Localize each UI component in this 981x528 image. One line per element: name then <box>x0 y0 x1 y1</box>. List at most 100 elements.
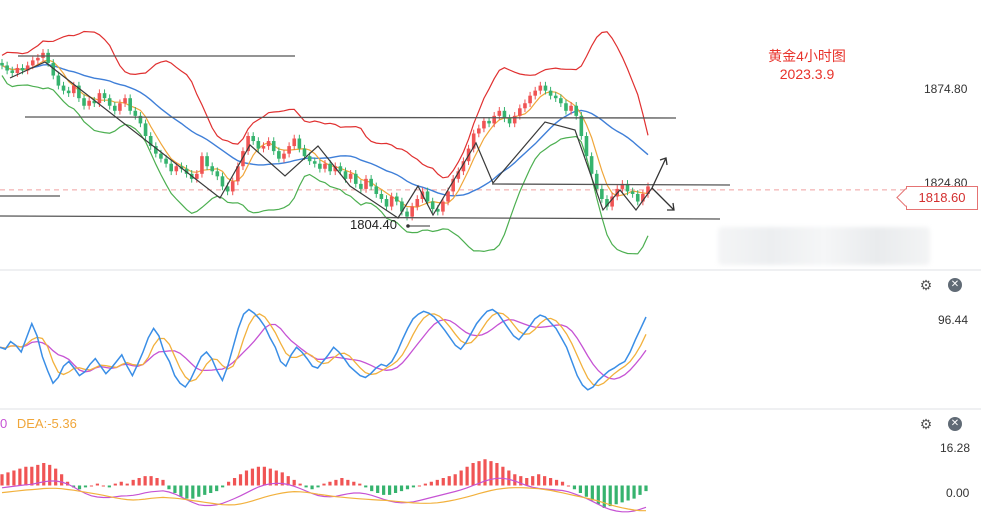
macd-bar <box>614 485 618 505</box>
ma-orange-line <box>1 59 649 208</box>
macd-bar <box>226 481 231 486</box>
macd-bar <box>435 479 439 486</box>
candle-body <box>123 98 127 104</box>
candle-body <box>430 201 435 210</box>
candle-body <box>441 201 445 212</box>
candle-body <box>5 65 9 71</box>
candle-body <box>87 100 91 106</box>
macd-bar <box>101 485 105 487</box>
macd-bar <box>232 478 237 486</box>
macd-bar <box>376 485 380 493</box>
macd-bar <box>453 474 457 486</box>
macd-bar <box>203 485 207 495</box>
macd-bar <box>238 474 243 486</box>
candle-body <box>133 110 138 116</box>
macd-bar <box>411 485 416 488</box>
macd-bar <box>221 485 225 488</box>
osc-settings-gear-icon[interactable]: ⚙ <box>918 277 934 293</box>
candle-body <box>533 90 538 96</box>
macd-bar <box>537 474 541 486</box>
macd-settings-gear-icon[interactable]: ⚙ <box>918 416 934 432</box>
macd-value-upper: 16.28 <box>940 441 971 455</box>
forecast-arrow-up <box>651 157 668 189</box>
macd-legend-prefix: 0 <box>0 416 8 431</box>
candle-body <box>594 173 599 189</box>
macd-dea-line <box>1 487 647 512</box>
macd-bar <box>244 470 249 486</box>
candle-body <box>574 105 579 116</box>
macd-bar <box>340 478 344 486</box>
macd-bar <box>429 481 433 486</box>
macd-bar <box>417 485 422 487</box>
candle-body <box>425 191 430 202</box>
macd-bar <box>477 461 481 486</box>
candle-body <box>307 156 312 162</box>
macd-bar <box>77 485 82 490</box>
candle-body <box>277 151 281 159</box>
candle-body <box>220 176 225 187</box>
macd-bar <box>364 485 368 488</box>
candle-body <box>323 163 327 169</box>
macd-bar <box>608 485 612 507</box>
candle-body <box>338 166 343 172</box>
candle-body <box>36 57 40 61</box>
candle-body <box>394 196 399 202</box>
chart-title-line1: 黄金4小时图 <box>768 48 846 64</box>
candle-body <box>543 85 548 91</box>
macd-bar <box>310 485 314 490</box>
macd-bar <box>316 485 320 488</box>
candle-body <box>528 95 532 104</box>
trend-line <box>24 116 677 119</box>
macd-bar <box>626 485 630 501</box>
candle-body <box>56 75 61 86</box>
forecast-arrow-down <box>651 187 675 211</box>
candle-body <box>128 98 132 111</box>
candle-body <box>507 118 512 124</box>
macd-bar <box>531 476 535 486</box>
macd-close-icon[interactable]: ✕ <box>948 417 962 431</box>
candle-body <box>261 146 266 149</box>
osc-value-label: 96.44 <box>938 313 969 327</box>
candle-body <box>389 196 394 207</box>
macd-bar <box>173 485 177 493</box>
macd-bar <box>268 468 272 486</box>
macd-bar <box>441 478 445 486</box>
candle-body <box>297 138 302 149</box>
candle-body <box>410 206 414 217</box>
macd-bar <box>304 485 308 488</box>
macd-bar <box>161 479 165 486</box>
macd-bar <box>358 483 362 486</box>
macd-bar <box>620 485 624 503</box>
blurred-watermark <box>718 227 930 265</box>
candle-body <box>559 98 563 104</box>
macd-bar <box>30 466 34 486</box>
candle-body <box>487 120 491 124</box>
macd-bar <box>507 470 511 486</box>
candle-body <box>369 178 373 187</box>
macd-bar <box>548 478 553 486</box>
candle-body <box>359 183 363 189</box>
wave-annotation <box>9 61 653 219</box>
candle-body <box>256 141 261 149</box>
candle-body <box>102 93 107 99</box>
macd-bar <box>489 461 493 486</box>
macd-bar <box>256 466 261 486</box>
candle-body <box>169 163 173 172</box>
candle-body <box>518 108 522 116</box>
candle-body <box>374 186 379 194</box>
candle-body <box>271 141 276 152</box>
macd-bar <box>18 468 22 486</box>
candle-body <box>353 173 358 184</box>
macd-bar <box>143 476 147 486</box>
macd-bar <box>572 485 577 490</box>
ma-blue-line <box>1 63 649 197</box>
macd-bar <box>405 485 410 490</box>
osc-close-icon[interactable]: ✕ <box>948 278 962 292</box>
macd-bar <box>543 476 547 486</box>
macd-bar <box>447 476 451 486</box>
macd-bar <box>191 485 195 499</box>
macd-bar <box>334 479 338 486</box>
macd-bar <box>298 483 302 486</box>
macd-bar <box>423 483 427 486</box>
candle-body <box>553 95 558 99</box>
